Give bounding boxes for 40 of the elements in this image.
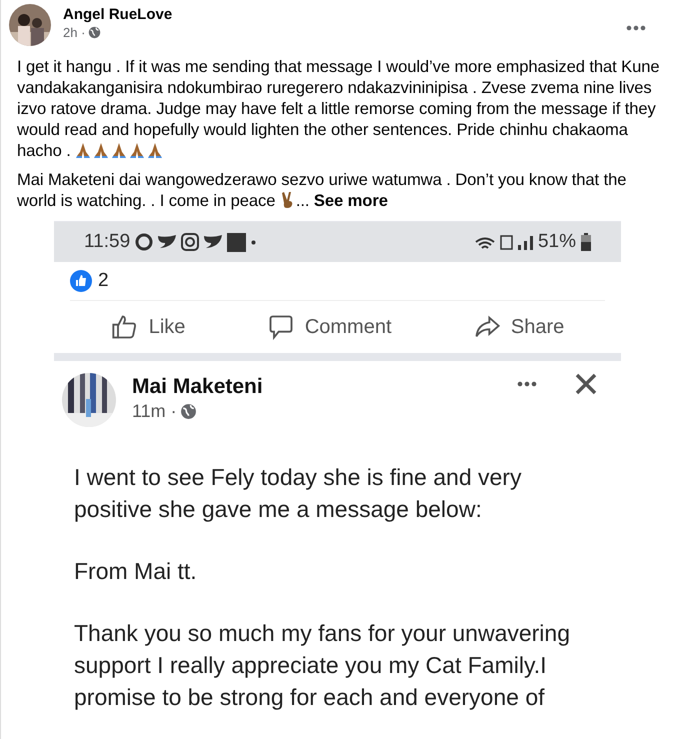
like-reaction-icon [70,270,92,292]
post-paragraph: Mai Maketeni dai wangowedzerawo sezvo uriwe watumwa . Don’t you know that the world is watching. . I come in peace ... See more [17,169,628,211]
praying-hands-icon [147,142,164,158]
dot-icon [251,240,256,244]
thumbs-up-icon [110,313,139,341]
post-time: 2h · [63,25,86,40]
post-time: 11m · [132,401,177,422]
like-button[interactable]: Like [110,313,186,341]
post-paragraph: I get it hangu . If it was me sending that message I would’ve more emphasized that Kune vandakakanganisira ndokumbirao ruregerero ndakazvininipisa . Zvese zvema nine lives izvo ratove drama. Judge may have felt a little remorse coming from the message if they would read and hopefully would lighten the other sentences. Pride chinhu chakaoma hacho . [17,56,660,161]
battery-percent: 51% [538,231,576,253]
more-options-icon[interactable] [626,25,646,31]
globe-icon [88,26,102,39]
praying-hands-icon [75,142,92,158]
comment-button[interactable]: Comment [266,313,392,341]
wifi-icon [474,235,495,249]
status-time: 11:59 [84,231,130,253]
bird-icon [204,235,222,249]
more-options-icon[interactable] [517,381,537,387]
author-name[interactable]: Angel RueLove [63,6,614,23]
praying-hands-icon [111,142,128,158]
globe-icon [180,403,197,420]
share-button[interactable]: Share [472,313,564,341]
praying-hands-icon [93,142,110,158]
app-icon [227,232,246,252]
praying-hands-icon [129,142,146,158]
cell-signal-icon [518,234,533,250]
author-name[interactable]: Mai Maketeni [132,375,501,399]
lte-icon [500,234,513,250]
ring-icon [135,233,154,251]
post-paragraph: Thank you so much my fans for your unwavering support I really appreciate you my Cat Family.I promise to be strong for each and everyone of [74,619,572,712]
like-count: 2 [98,270,109,292]
avatar[interactable] [9,4,51,46]
see-more-link[interactable]: See more [314,191,388,210]
post-paragraph: From Mai tt. [74,557,198,586]
speech-bubble-icon [266,313,295,341]
close-icon[interactable] [575,373,597,395]
battery-icon [581,233,591,251]
camera-icon [181,233,200,251]
bird-icon [158,235,176,249]
post-paragraph: I went to see Fely today she is fine and very positive she gave me a message below: [74,463,522,524]
